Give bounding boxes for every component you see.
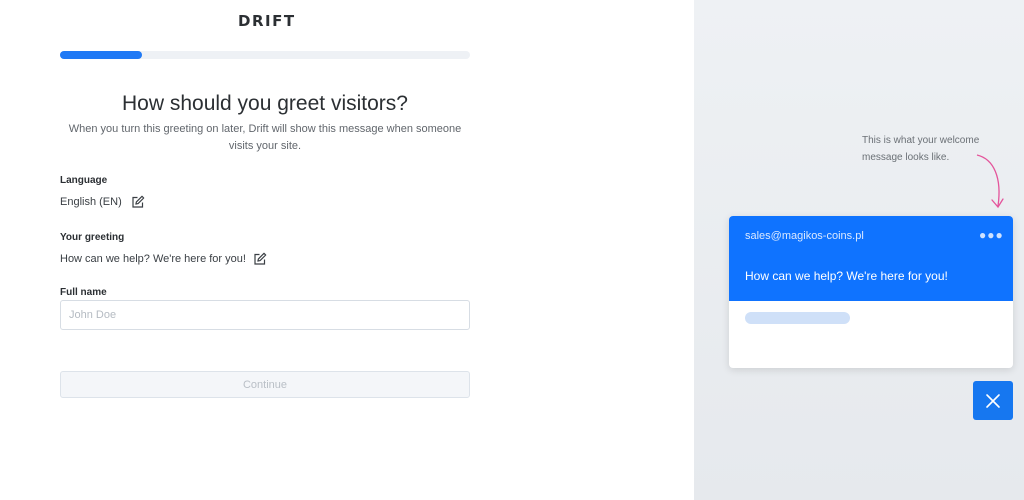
full-name-label: Full name bbox=[60, 287, 107, 298]
close-widget-button[interactable] bbox=[973, 381, 1013, 420]
language-value: English (EN) bbox=[60, 196, 122, 208]
progress-bar-fill bbox=[60, 51, 142, 59]
widget-input-placeholder bbox=[745, 312, 850, 324]
close-icon bbox=[986, 394, 1000, 408]
more-dots-icon[interactable]: ●●● bbox=[979, 228, 1004, 242]
full-name-input[interactable] bbox=[60, 300, 470, 330]
continue-button[interactable]: Continue bbox=[60, 371, 470, 398]
edit-icon[interactable] bbox=[131, 195, 145, 209]
progress-bar bbox=[60, 51, 470, 59]
chat-widget-preview: sales@magikos-coins.pl ●●● How can we he… bbox=[729, 216, 1013, 368]
page-subtitle: When you turn this greeting on later, Dr… bbox=[68, 123, 462, 152]
widget-email: sales@magikos-coins.pl bbox=[745, 230, 864, 242]
curved-arrow-icon bbox=[976, 154, 1004, 209]
drift-logo: DRIFT bbox=[238, 12, 296, 30]
edit-icon[interactable] bbox=[253, 252, 267, 266]
chat-widget-header: sales@magikos-coins.pl ●●● How can we he… bbox=[729, 216, 1013, 301]
widget-greeting-message: How can we help? We're here for you! bbox=[745, 269, 948, 283]
greeting-label: Your greeting bbox=[60, 232, 125, 243]
page-title: How should you greet visitors? bbox=[122, 92, 408, 115]
language-label: Language bbox=[60, 175, 108, 186]
onboarding-panel: DRIFT How should you greet visitors? Whe… bbox=[0, 0, 694, 500]
greeting-value: How can we help? We're here for you! bbox=[60, 253, 246, 265]
